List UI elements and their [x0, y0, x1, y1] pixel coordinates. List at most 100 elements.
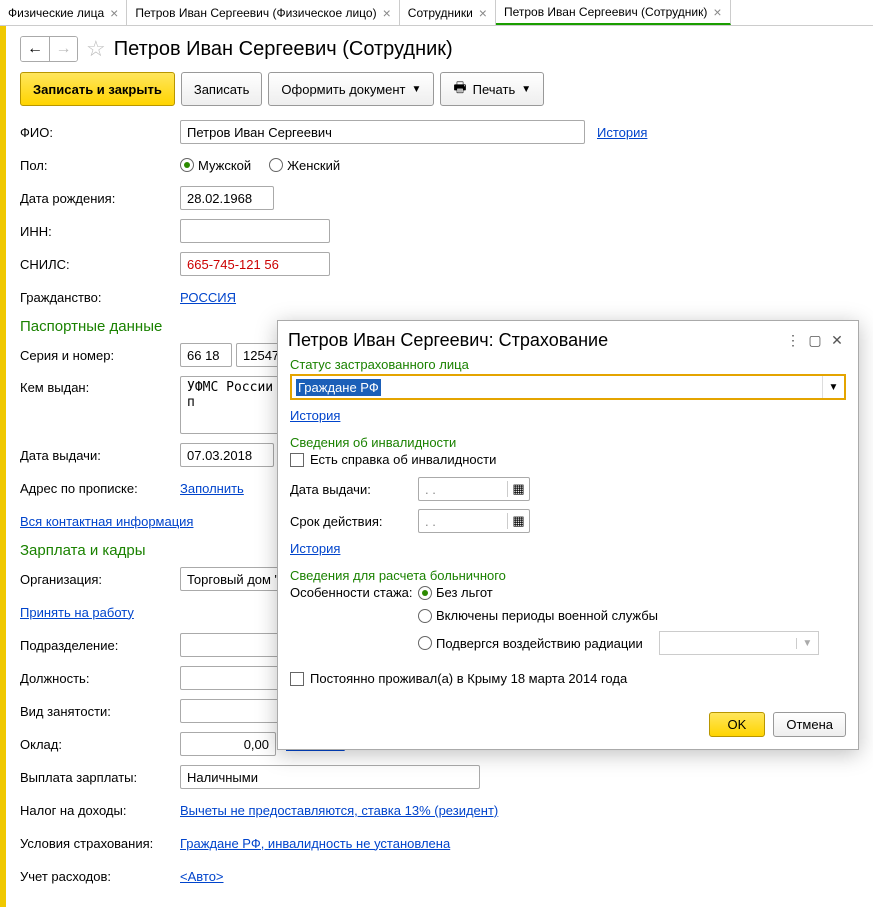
status-value: Граждане РФ: [296, 379, 381, 396]
close-icon[interactable]: ×: [713, 5, 721, 19]
payout-input[interactable]: [180, 765, 480, 789]
all-contacts-link[interactable]: Вся контактная информация: [20, 514, 193, 529]
experience-radiation-radio[interactable]: Подвергся воздействию радиации ▼: [418, 631, 846, 655]
emp-type-label: Вид занятости:: [20, 704, 180, 719]
hire-link[interactable]: Принять на работу: [20, 605, 134, 620]
status-history-link[interactable]: История: [290, 408, 340, 423]
payout-label: Выплата зарплаты:: [20, 770, 180, 785]
issued-by-label: Кем выдан:: [20, 376, 180, 395]
position-input[interactable]: [180, 666, 290, 690]
radio-icon: [418, 609, 432, 623]
page-content: ← → ☆ Петров Иван Сергеевич (Сотрудник) …: [0, 26, 873, 907]
checkbox-icon: [290, 453, 304, 467]
tab-employees[interactable]: Сотрудники ×: [400, 0, 496, 25]
snils-input[interactable]: [180, 252, 330, 276]
checkbox-icon: [290, 672, 304, 686]
address-label: Адрес по прописке:: [20, 481, 180, 496]
modal-issue-date-input[interactable]: . . ▦: [418, 477, 530, 501]
citizenship-link[interactable]: РОССИЯ: [180, 290, 236, 305]
calendar-icon[interactable]: ▦: [507, 481, 529, 497]
tabs-bar: Физические лица × Петров Иван Сергеевич …: [0, 0, 873, 26]
status-label: Статус застрахованного лица: [290, 357, 846, 372]
status-dropdown[interactable]: Граждане РФ ▼: [290, 374, 846, 400]
star-icon[interactable]: ☆: [86, 36, 106, 62]
dept-label: Подразделение:: [20, 638, 180, 653]
tab-label: Петров Иван Сергеевич (Сотрудник): [504, 5, 707, 19]
dept-input[interactable]: [180, 633, 290, 657]
insurance-link[interactable]: Граждане РФ, инвалидность не установлена: [180, 836, 450, 851]
birth-date-input[interactable]: [180, 186, 274, 210]
tab-physical-persons[interactable]: Физические лица ×: [0, 0, 127, 25]
page-title: Петров Иван Сергеевич (Сотрудник): [114, 38, 453, 61]
radio-icon: [418, 586, 432, 600]
nav-forward-button[interactable]: →: [49, 37, 77, 61]
org-input[interactable]: [180, 567, 290, 591]
address-fill-link[interactable]: Заполнить: [180, 481, 244, 496]
close-icon[interactable]: ×: [479, 6, 487, 20]
close-icon[interactable]: ✕: [826, 329, 848, 351]
tax-link[interactable]: Вычеты не предоставляются, ставка 13% (р…: [180, 803, 498, 818]
crimea-checkbox[interactable]: Постоянно проживал(а) в Крыму 18 марта 2…: [290, 671, 846, 686]
experience-label: Особенности стажа:: [290, 585, 418, 600]
citizenship-label: Гражданство:: [20, 290, 180, 305]
modal-title: Петров Иван Сергеевич: Страхование: [288, 330, 782, 351]
inn-label: ИНН:: [20, 224, 180, 239]
tax-label: Налог на доходы:: [20, 803, 180, 818]
position-label: Должность:: [20, 671, 180, 686]
save-button[interactable]: Записать: [181, 72, 263, 106]
experience-none-radio[interactable]: Без льгот: [418, 585, 846, 600]
modal-issue-date-label: Дата выдачи:: [290, 482, 418, 497]
modal-valid-label: Срок действия:: [290, 514, 418, 529]
tab-person-card[interactable]: Петров Иван Сергеевич (Физическое лицо) …: [127, 0, 399, 25]
gender-male-radio[interactable]: Мужской: [180, 158, 251, 173]
sickness-heading: Сведения для расчета больничного: [290, 568, 846, 583]
modal-valid-input[interactable]: . . ▦: [418, 509, 530, 533]
save-close-button[interactable]: Записать и закрыть: [20, 72, 175, 106]
print-button[interactable]: 🖶 Печать ▼: [440, 72, 544, 106]
disability-heading: Сведения об инвалидности: [290, 435, 846, 450]
issue-date-input[interactable]: [180, 443, 274, 467]
org-label: Организация:: [20, 572, 180, 587]
cost-label: Учет расходов:: [20, 869, 180, 884]
tab-label: Физические лица: [8, 6, 104, 20]
birth-date-label: Дата рождения:: [20, 191, 180, 206]
insurance-label: Условия страхования:: [20, 836, 180, 851]
cancel-button[interactable]: Отмена: [773, 712, 846, 737]
issue-date-label: Дата выдачи:: [20, 448, 180, 463]
chevron-down-icon: ▼: [521, 84, 531, 95]
gender-label: Пол:: [20, 158, 180, 173]
radiation-select[interactable]: ▼: [659, 631, 819, 655]
snils-label: СНИЛС:: [20, 257, 180, 272]
series-label: Серия и номер:: [20, 348, 180, 363]
calendar-icon[interactable]: ▦: [507, 513, 529, 529]
chevron-down-icon: ▼: [796, 638, 818, 649]
tab-employee-card[interactable]: Петров Иван Сергеевич (Сотрудник) ×: [496, 0, 731, 25]
emp-type-input[interactable]: [180, 699, 290, 723]
disability-checkbox[interactable]: Есть справка об инвалидности: [290, 452, 846, 467]
chevron-down-icon: ▼: [412, 84, 422, 95]
nav-buttons: ← →: [20, 36, 78, 62]
close-icon[interactable]: ×: [383, 6, 391, 20]
create-doc-button[interactable]: Оформить документ ▼: [268, 72, 434, 106]
printer-icon: 🖶: [453, 77, 466, 101]
insurance-modal: Петров Иван Сергеевич: Страхование ⋮ ▢ ✕…: [277, 320, 859, 750]
cost-link[interactable]: <Авто>: [180, 869, 224, 884]
experience-military-radio[interactable]: Включены периоды военной службы: [418, 608, 846, 623]
nav-back-button[interactable]: ←: [21, 37, 49, 61]
salary-label: Оклад:: [20, 737, 180, 752]
chevron-down-icon[interactable]: ▼: [822, 376, 844, 398]
disability-history-link[interactable]: История: [290, 541, 340, 556]
passport-series-input[interactable]: [180, 343, 232, 367]
radio-icon: [418, 636, 432, 650]
salary-input[interactable]: [180, 732, 276, 756]
ok-button[interactable]: OK: [709, 712, 766, 737]
radio-icon: [269, 158, 283, 172]
inn-input[interactable]: [180, 219, 330, 243]
fio-input[interactable]: [180, 120, 585, 144]
close-icon[interactable]: ×: [110, 6, 118, 20]
issued-by-input[interactable]: [180, 376, 290, 434]
gender-female-radio[interactable]: Женский: [269, 158, 340, 173]
more-icon[interactable]: ⋮: [782, 329, 804, 351]
maximize-icon[interactable]: ▢: [804, 329, 826, 351]
history-link[interactable]: История: [597, 125, 647, 140]
